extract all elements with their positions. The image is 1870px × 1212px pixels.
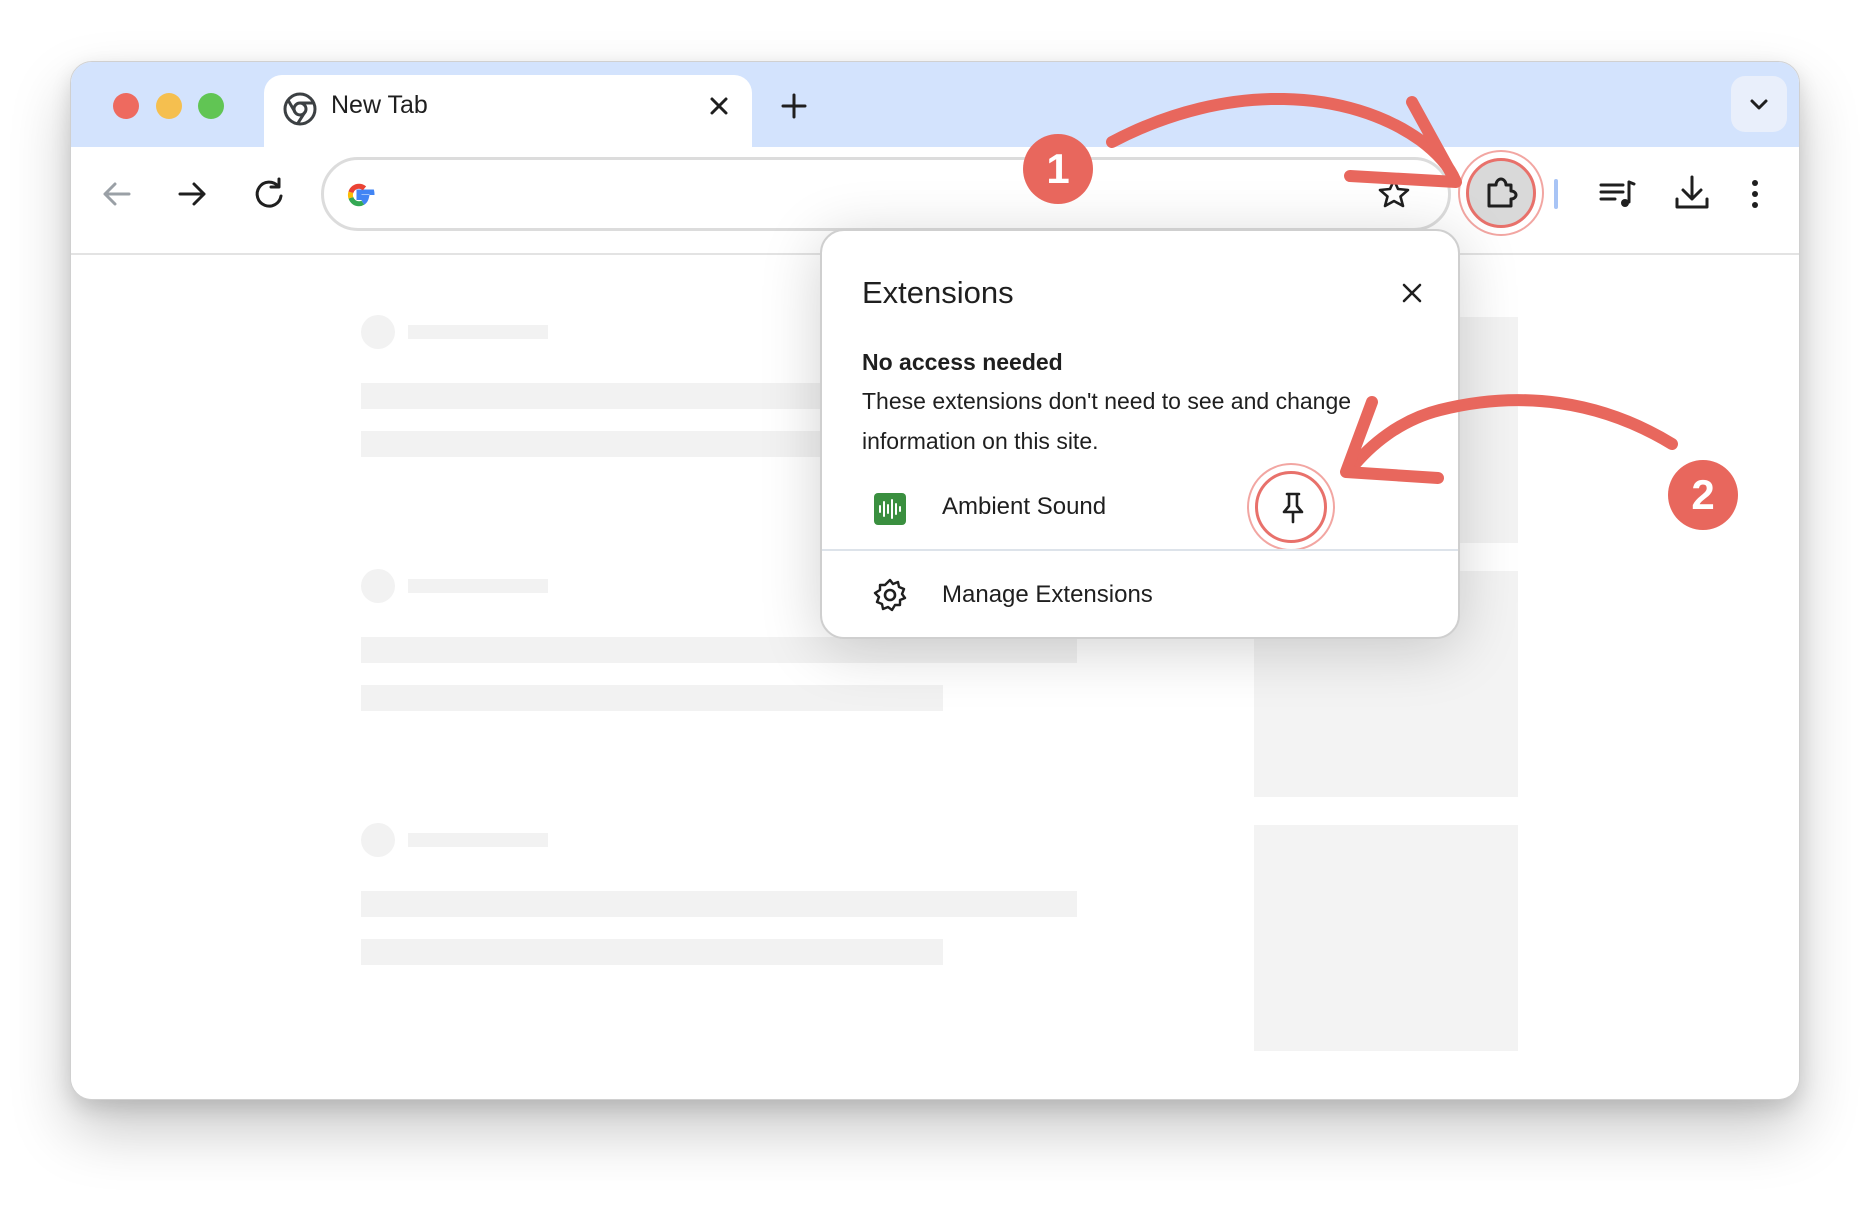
arrow-1-icon: [1106, 92, 1461, 186]
step-1-badge: 1: [1023, 134, 1093, 204]
arrow-2-icon: [1344, 394, 1678, 476]
annotation-layer: [1106, 92, 1678, 484]
step-2-badge: 2: [1668, 460, 1738, 530]
